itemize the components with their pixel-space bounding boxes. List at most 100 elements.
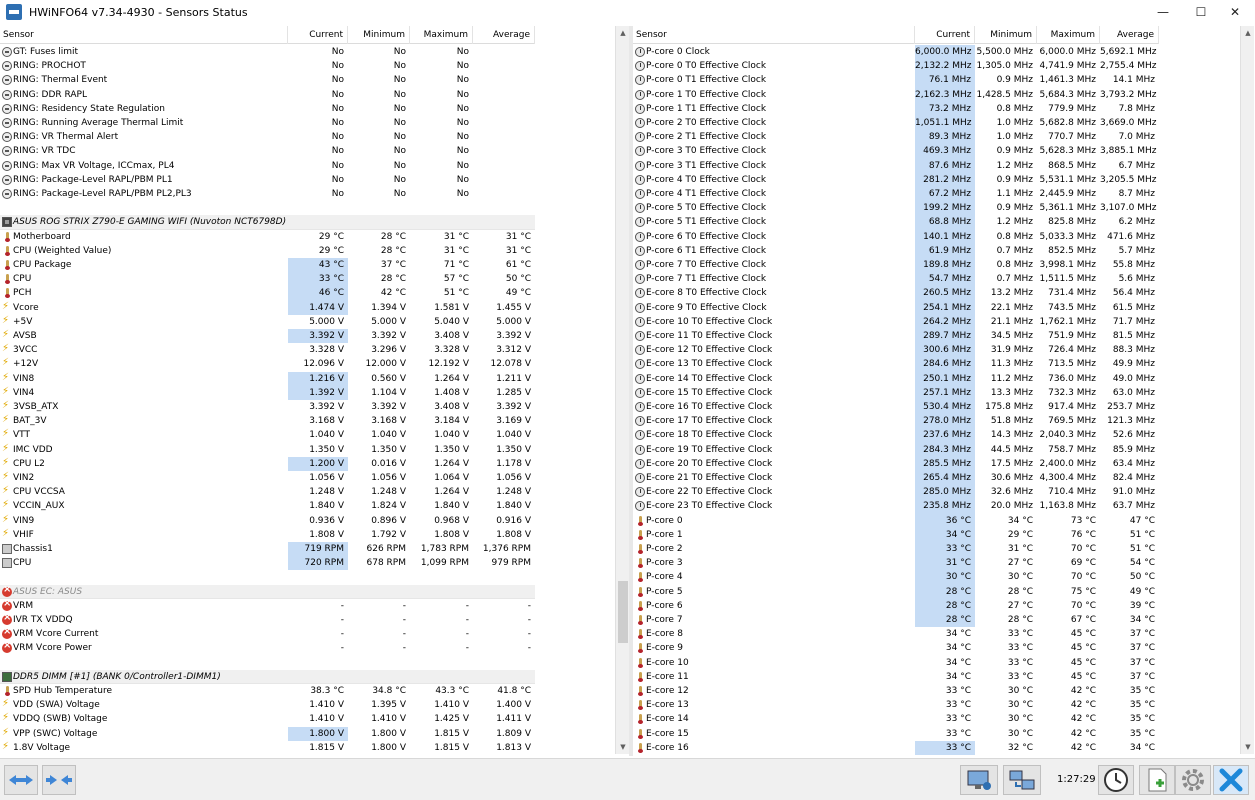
sensor-row[interactable]: RING: Package-Level RAPL/PBM PL1 No No No xyxy=(0,173,535,187)
sensor-row[interactable]: RING: DDR RAPL No No No xyxy=(0,88,535,102)
sensor-row[interactable]: RING: Package-Level RAPL/PBM PL2,PL3 No No… xyxy=(0,187,535,201)
sensor-row[interactable]: E-core 9 34 °C 33 °C 45 °C 37 °C xyxy=(633,641,1159,655)
sensor-row[interactable]: 1.8V Voltage 1.815 V 1.800 V 1.815 V 1.813 V xyxy=(0,741,535,755)
sensor-row[interactable]: P-core 1 T0 Effective Clock 2,162.3 MHz 1,… xyxy=(633,87,1159,102)
sensor-row[interactable]: VRM - - - - xyxy=(0,598,535,613)
network-monitor-button[interactable] xyxy=(960,765,998,795)
sensor-group-header[interactable]: DDR5 DIMM [#1] (BANK 0/Controller1-DIMM1… xyxy=(0,669,535,684)
scroll-down-icon[interactable]: ▼ xyxy=(1241,740,1255,754)
sensor-row[interactable]: E-core 18 T0 Effective Clock 237.6 MHz 14.… xyxy=(633,428,1159,443)
sensor-row[interactable]: SPD Hub Temperature 38.3 °C 34.8 °C 43.3 °C… xyxy=(0,684,535,698)
close-button[interactable]: ✕ xyxy=(1212,0,1255,24)
column-sensor[interactable]: Sensor xyxy=(0,26,288,44)
sensor-row[interactable]: E-core 11 T0 Effective Clock 289.7 MHz 34.… xyxy=(633,329,1159,344)
sensor-row[interactable]: P-core 0 T1 Effective Clock 76.1 MHz 0.9 M… xyxy=(633,73,1159,88)
sensor-row[interactable]: E-core 16 33 °C 32 °C 42 °C 34 °C xyxy=(633,740,1159,755)
sensor-row[interactable]: E-core 8 T0 Effective Clock 260.5 MHz 13.2… xyxy=(633,286,1159,301)
sensor-row[interactable]: AVSB 3.392 V 3.392 V 3.408 V 3.392 V xyxy=(0,329,535,344)
sensor-row[interactable]: P-core 2 T0 Effective Clock 1,051.1 MHz 1.… xyxy=(633,116,1159,131)
sensor-row[interactable]: P-core 5 28 °C 28 °C 75 °C 49 °C xyxy=(633,584,1159,599)
sensor-row[interactable]: CPU (Weighted Value) 29 °C 28 °C 31 °C 31 °C xyxy=(0,244,535,258)
sensor-row[interactable]: P-core 7 28 °C 28 °C 67 °C 34 °C xyxy=(633,613,1159,628)
sensor-row[interactable]: P-core 4 30 °C 30 °C 70 °C 50 °C xyxy=(633,570,1159,585)
sensor-row[interactable]: E-core 10 34 °C 33 °C 45 °C 37 °C xyxy=(633,656,1159,670)
sensor-row[interactable]: P-core 4 T1 Effective Clock 67.2 MHz 1.1 M… xyxy=(633,187,1159,202)
sensor-row[interactable]: P-core 5 T0 Effective Clock 199.2 MHz 0.9 … xyxy=(633,201,1159,216)
sensor-row[interactable]: E-core 11 34 °C 33 °C 45 °C 37 °C xyxy=(633,670,1159,684)
sensor-row[interactable]: E-core 20 T0 Effective Clock 285.5 MHz 17.… xyxy=(633,456,1159,471)
sensor-row[interactable]: IMC VDD 1.350 V 1.350 V 1.350 V 1.350 V xyxy=(0,443,535,457)
sensor-row[interactable]: VRM Vcore Current - - - - xyxy=(0,626,535,641)
sensor-row[interactable]: P-core 0 T0 Effective Clock 2,132.2 MHz 1,… xyxy=(633,59,1159,74)
reset-timer-button[interactable] xyxy=(1098,765,1134,795)
sensor-row[interactable]: E-core 12 33 °C 30 °C 42 °C 35 °C xyxy=(633,684,1159,698)
column-maximum[interactable]: Maximum xyxy=(410,26,473,44)
collapse-arrows-button[interactable] xyxy=(42,765,76,795)
sensor-row[interactable]: P-core 2 33 °C 31 °C 70 °C 51 °C xyxy=(633,542,1159,557)
sensor-row[interactable]: P-core 3 31 °C 27 °C 69 °C 54 °C xyxy=(633,556,1159,571)
sensor-row[interactable]: P-core 0 36 °C 34 °C 73 °C 47 °C xyxy=(633,513,1159,528)
sensor-row[interactable]: CPU Package 43 °C 37 °C 71 °C 61 °C xyxy=(0,258,535,273)
sensor-row[interactable]: P-core 1 34 °C 29 °C 76 °C 51 °C xyxy=(633,527,1159,542)
sensor-row[interactable]: RING: Residency State Regulation No No No xyxy=(0,102,535,116)
sensor-row[interactable]: E-core 23 T0 Effective Clock 235.8 MHz 20.… xyxy=(633,499,1159,514)
sensor-row[interactable]: CPU 33 °C 28 °C 57 °C 50 °C xyxy=(0,272,535,287)
sensor-row[interactable]: E-core 13 T0 Effective Clock 284.6 MHz 11.… xyxy=(633,357,1159,372)
sensor-row[interactable]: CPU 720 RPM 678 RPM 1,099 RPM 979 RPM xyxy=(0,556,535,571)
sensor-row[interactable]: E-core 14 33 °C 30 °C 42 °C 35 °C xyxy=(633,712,1159,726)
sensor-row[interactable]: VDDQ (SWB) Voltage 1.410 V 1.410 V 1.425 V 1… xyxy=(0,712,535,726)
sensor-row[interactable]: P-core 1 T1 Effective Clock 73.2 MHz 0.8 M… xyxy=(633,101,1159,116)
column-sensor[interactable]: Sensor xyxy=(633,26,915,44)
sensor-row[interactable]: E-core 12 T0 Effective Clock 300.6 MHz 31.… xyxy=(633,343,1159,358)
sensor-row[interactable]: RING: Running Average Thermal Limit No No N… xyxy=(0,116,535,130)
column-minimum[interactable]: Minimum xyxy=(975,26,1037,44)
column-average[interactable]: Average xyxy=(473,26,535,44)
sensor-row[interactable]: P-core 2 T1 Effective Clock 89.3 MHz 1.0 M… xyxy=(633,130,1159,145)
sensor-row[interactable]: VHIF 1.808 V 1.792 V 1.808 V 1.808 V xyxy=(0,528,535,542)
sensor-row[interactable]: P-core 4 T0 Effective Clock 281.2 MHz 0.9 … xyxy=(633,172,1159,187)
sensor-row[interactable]: P-core 0 Clock 6,000.0 MHz 5,500.0 MHz 6,00… xyxy=(633,45,1159,60)
sensor-row[interactable]: CPU L2 1.200 V 0.016 V 1.264 V 1.178 V xyxy=(0,456,535,471)
sensor-row[interactable]: E-core 16 T0 Effective Clock 530.4 MHz 175… xyxy=(633,400,1159,415)
logging-button[interactable] xyxy=(1139,765,1175,795)
sensor-row[interactable]: P-core 6 T1 Effective Clock 61.9 MHz 0.7 M… xyxy=(633,243,1159,258)
sensor-row[interactable]: VCCIN_AUX 1.840 V 1.824 V 1.840 V 1.840 V xyxy=(0,499,535,513)
sensor-row[interactable]: P-core 3 T1 Effective Clock 87.6 MHz 1.2 M… xyxy=(633,158,1159,173)
sensor-row[interactable]: RING: VR TDC No No No xyxy=(0,144,535,158)
column-minimum[interactable]: Minimum xyxy=(348,26,410,44)
sensor-row[interactable]: P-core 5 T1 Effective Clock 68.8 MHz 1.2 M… xyxy=(633,215,1159,230)
settings-button[interactable] xyxy=(1175,765,1211,795)
sensor-row[interactable]: PCH 46 °C 42 °C 51 °C 49 °C xyxy=(0,286,535,301)
sensor-row[interactable]: Vcore 1.474 V 1.394 V 1.581 V 1.455 V xyxy=(0,300,535,315)
column-maximum[interactable]: Maximum xyxy=(1037,26,1100,44)
sensor-row[interactable]: E-core 9 T0 Effective Clock 254.1 MHz 22.1… xyxy=(633,300,1159,315)
sensor-row[interactable]: VRM Vcore Power - - - - xyxy=(0,640,535,655)
right-scrollbar[interactable]: ▲ ▼ xyxy=(1240,26,1254,754)
sensor-row[interactable]: RING: Thermal Event No No No xyxy=(0,73,535,87)
expand-arrows-button[interactable] xyxy=(4,765,38,795)
sensors-network-button[interactable] xyxy=(1003,765,1041,795)
sensor-row[interactable]: CPU VCCSA 1.248 V 1.248 V 1.264 V 1.248 V xyxy=(0,485,535,499)
sensor-row[interactable]: P-core 7 T0 Effective Clock 189.8 MHz 0.8 … xyxy=(633,258,1159,273)
scroll-down-icon[interactable]: ▼ xyxy=(616,740,630,754)
sensor-row[interactable]: VIN9 0.936 V 0.896 V 0.968 V 0.916 V xyxy=(0,514,535,528)
sensor-row[interactable]: P-core 6 T0 Effective Clock 140.1 MHz 0.8 … xyxy=(633,229,1159,244)
sensor-row[interactable]: 3VSB_ATX 3.392 V 3.392 V 3.408 V 3.392 V xyxy=(0,400,535,414)
sensor-row[interactable]: E-core 19 T0 Effective Clock 284.3 MHz 44.… xyxy=(633,442,1159,457)
sensor-row[interactable]: VIN4 1.392 V 1.104 V 1.408 V 1.285 V xyxy=(0,385,535,400)
sensor-row[interactable]: 3VCC 3.328 V 3.296 V 3.328 V 3.312 V xyxy=(0,343,535,357)
sensor-row[interactable]: +5V 5.000 V 5.000 V 5.040 V 5.000 V xyxy=(0,315,535,329)
sensor-row[interactable]: P-core 7 T1 Effective Clock 54.7 MHz 0.7 M… xyxy=(633,272,1159,287)
sensor-row[interactable]: E-core 14 T0 Effective Clock 250.1 MHz 11.… xyxy=(633,371,1159,386)
sensor-row[interactable]: VPP (SWC) Voltage 1.800 V 1.800 V 1.815 V 1.… xyxy=(0,726,535,741)
sensor-row[interactable]: VIN2 1.056 V 1.056 V 1.064 V 1.056 V xyxy=(0,471,535,485)
sensor-row[interactable]: E-core 22 T0 Effective Clock 285.0 MHz 32.… xyxy=(633,485,1159,500)
sensor-row[interactable]: E-core 21 T0 Effective Clock 265.4 MHz 30.… xyxy=(633,471,1159,486)
sensor-row[interactable]: Motherboard 29 °C 28 °C 31 °C 31 °C xyxy=(0,230,535,244)
sensor-row[interactable]: RING: VR Thermal Alert No No No xyxy=(0,130,535,144)
sensor-row[interactable]: E-core 8 34 °C 33 °C 45 °C 37 °C xyxy=(633,627,1159,641)
column-current[interactable]: Current xyxy=(288,26,348,44)
sensor-row[interactable]: +12V 12.096 V 12.000 V 12.192 V 12.078 V xyxy=(0,357,535,371)
sensor-row[interactable]: E-core 13 33 °C 30 °C 42 °C 35 °C xyxy=(633,698,1159,712)
sensor-row[interactable]: VTT 1.040 V 1.040 V 1.040 V 1.040 V xyxy=(0,428,535,442)
